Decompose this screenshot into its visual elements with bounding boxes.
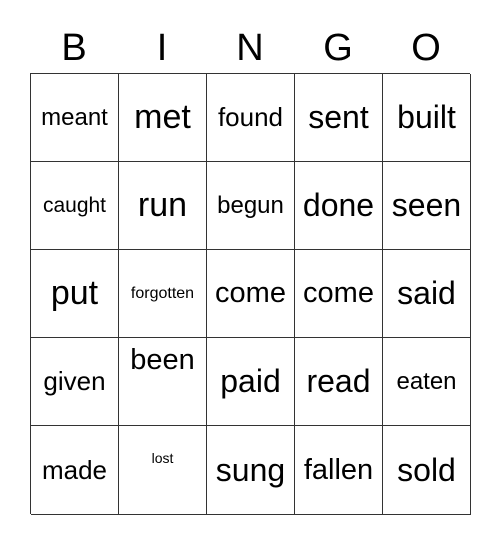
bingo-cell[interactable]: given [31, 338, 119, 426]
header-letter-b: B [61, 27, 87, 69]
bingo-cell[interactable]: made [31, 426, 119, 515]
bingo-cell[interactable]: eaten [383, 338, 471, 426]
bingo-grid: meant met found sent built caught run be… [30, 73, 471, 515]
header-letter-g: G [323, 27, 353, 69]
bingo-cell[interactable]: sent [295, 74, 383, 162]
bingo-cell[interactable]: read [295, 338, 383, 426]
bingo-cell[interactable]: built [383, 74, 471, 162]
bingo-cell[interactable]: sold [383, 426, 471, 515]
header-letter-n: N [236, 27, 264, 69]
bingo-header: B I N G O [30, 26, 470, 70]
bingo-cell[interactable]: caught [31, 162, 119, 250]
bingo-cell[interactable]: said [383, 250, 471, 338]
header-letter-i: I [156, 27, 168, 69]
bingo-cell[interactable]: been [119, 338, 207, 426]
bingo-cell[interactable]: met [119, 74, 207, 162]
bingo-cell[interactable]: paid [207, 338, 295, 426]
bingo-cell[interactable]: done [295, 162, 383, 250]
bingo-cell[interactable]: run [119, 162, 207, 250]
bingo-cell[interactable]: lost [119, 426, 207, 515]
bingo-cell[interactable]: meant [31, 74, 119, 162]
bingo-cell[interactable]: fallen [295, 426, 383, 515]
bingo-cell[interactable]: forgotten [119, 250, 207, 338]
bingo-cell[interactable]: put [31, 250, 119, 338]
bingo-cell[interactable]: seen [383, 162, 471, 250]
bingo-cell[interactable]: begun [207, 162, 295, 250]
bingo-cell[interactable]: found [207, 74, 295, 162]
bingo-cell[interactable]: sung [207, 426, 295, 515]
bingo-cell[interactable]: come [295, 250, 383, 338]
bingo-cell[interactable]: come [207, 250, 295, 338]
header-letter-o: O [411, 27, 441, 69]
